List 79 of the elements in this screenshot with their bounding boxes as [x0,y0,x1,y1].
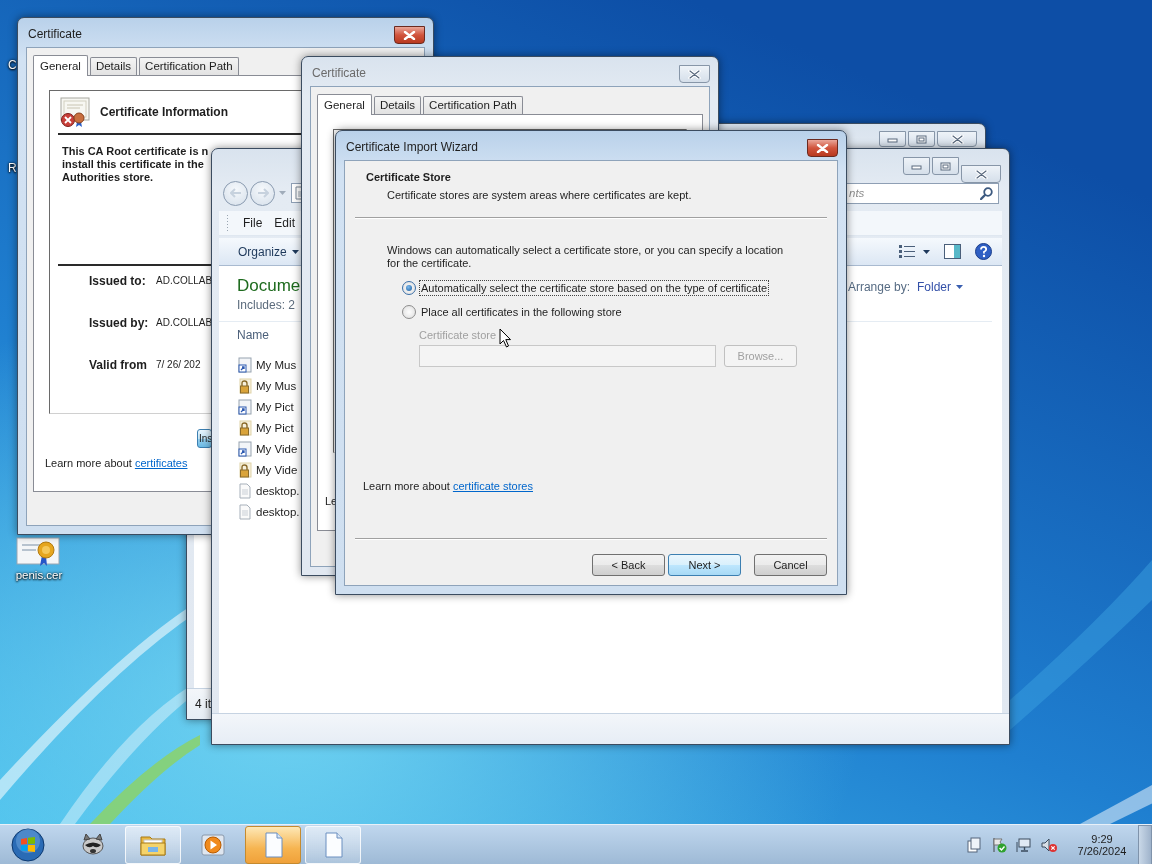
minimize-icon [887,135,898,143]
certificate-heading: Certificate Information [100,105,228,119]
dialog-button[interactable]: Cancel [754,554,827,576]
lock-icon [237,419,253,436]
mouse-pointer-icon [499,328,512,348]
close-icon [950,134,964,144]
certificate-error-icon [58,97,90,127]
caret-icon [956,285,963,289]
shortcut-icon [237,356,253,373]
search-icon [980,186,993,200]
message-text: This CA Root certificate is n [62,145,209,158]
pages-icon[interactable] [966,836,982,853]
help-link[interactable]: certificates [134,457,188,469]
field-label: Issued to: [89,274,147,288]
windows-logo-icon [11,827,45,862]
lock-icon [237,377,253,394]
file-icon [237,503,253,520]
help-text: Learn more about certificate stores [363,480,534,492]
close-button[interactable] [807,139,838,157]
library-title: Docume [237,275,301,297]
dialog-button[interactable]: < Back [592,554,665,576]
field-label: Issued by: [89,316,150,330]
shortcut-icon [237,398,253,415]
window-title: Certificate Import Wizard [346,140,480,154]
arrange-dropdown[interactable]: Folder [917,280,963,294]
message-text: install this certificate in the [62,158,204,171]
help-icon [975,243,992,260]
help-link[interactable]: certificate stores [452,480,533,492]
library-includes: Includes: 2 [237,298,297,312]
dialog-button[interactable]: Next > [668,554,741,576]
minimize-icon [911,162,922,170]
field-value: 7/ 26/ 202 [156,359,201,370]
message-text: Authorities store. [62,171,154,184]
tab[interactable]: Certification Path [139,57,239,75]
close-button[interactable] [394,26,425,44]
back-arrow-icon [229,188,242,198]
close-icon [688,69,701,79]
arrange-label: Arrange by: [847,280,910,294]
preview-pane-icon [944,244,961,259]
menu-grip-icon [226,214,229,232]
maximize-icon [940,161,951,171]
field-label: Valid from [89,358,148,372]
start-button[interactable] [9,825,47,864]
lock-icon [237,461,253,478]
close-icon [816,143,829,153]
maximize-icon [916,134,927,144]
caret-icon [291,249,299,254]
radio-button[interactable] [402,305,416,319]
radio-button[interactable] [402,281,416,295]
close-icon [403,30,416,40]
flag-check-icon[interactable] [991,836,1007,853]
field-label: Certificate store [419,329,497,341]
item-count: 4 it [195,697,211,711]
close-icon [974,169,988,179]
forward-arrow-icon [256,188,269,198]
instruction-text: Windows can automatically select a certificate store, or you can specify a location for the certificate. [387,244,785,270]
caret-icon [923,249,930,254]
speaker-muted-icon[interactable] [1041,836,1057,853]
certificate-file-icon[interactable] [16,535,62,567]
clock-time: 9:29 [1091,832,1113,845]
show-desktop-button[interactable] [1138,824,1152,864]
section-title: Certificate Store [366,171,452,184]
option-label[interactable]: Automatically select the certificate store based on the type of certificate [419,280,770,296]
list-view-icon [899,245,915,258]
desktop-icon-label[interactable]: C [8,58,17,72]
shortcut-icon [237,440,253,457]
tab[interactable]: Details [89,57,138,75]
desktop-icon-label[interactable]: R [8,161,17,175]
tab[interactable]: General [33,55,88,76]
clock-date: 7/26/2024 [1077,844,1127,857]
monitor-icon[interactable] [1016,836,1032,853]
option-label[interactable]: Place all certificates in the following store [419,304,624,320]
file-icon [237,482,253,499]
field-value: AD.COLLAB [156,275,213,286]
clock[interactable]: 9:29 7/26/2024 [1071,832,1133,857]
section-description: Certificate stores are system areas where certificates are kept. [387,189,693,202]
window-title: Certificate [28,27,84,41]
field-value: AD.COLLAB [156,317,213,328]
window-title: Certificate [312,66,368,80]
